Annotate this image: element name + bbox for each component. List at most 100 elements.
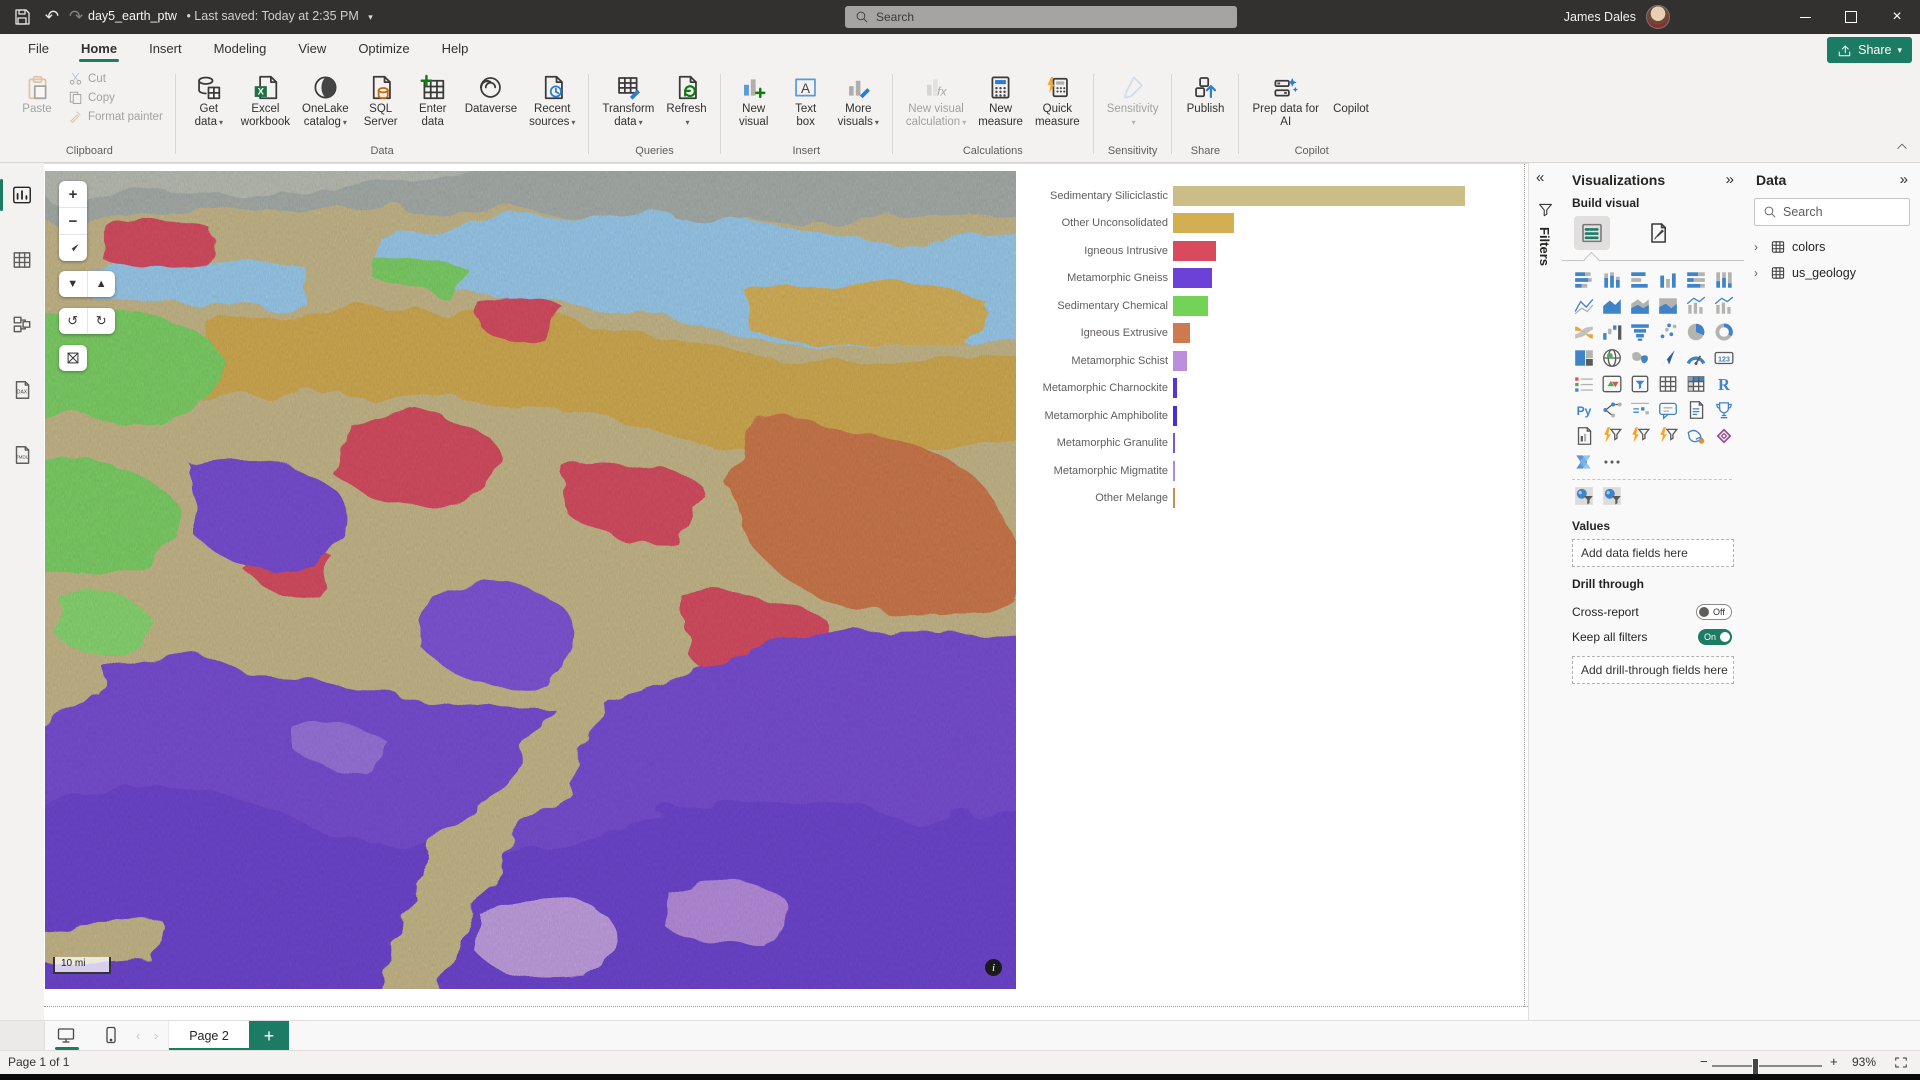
bar-row[interactable]: Metamorphic Schist — [1020, 347, 1520, 375]
bar[interactable] — [1173, 351, 1187, 371]
slicer-icon[interactable] — [1626, 371, 1654, 397]
bar[interactable] — [1173, 323, 1190, 343]
lightning-slicer-visual-2-icon[interactable] — [1626, 423, 1654, 449]
expand-chevron-icon[interactable]: › — [1754, 240, 1764, 254]
sql-server-button[interactable]: SQLServer — [356, 70, 406, 131]
filled-map-icon[interactable] — [1626, 345, 1654, 371]
minimize-button[interactable] — [1782, 0, 1828, 34]
recent-sources-button[interactable]: Recentsources▾ — [524, 70, 580, 131]
waterfall-chart-icon[interactable] — [1598, 319, 1626, 345]
data-search-input[interactable]: Search — [1754, 198, 1910, 226]
onelake-catalog-button[interactable]: OneLakecatalog▾ — [297, 70, 354, 131]
global-search-input[interactable]: Search — [845, 6, 1237, 28]
excel-workbook-button[interactable]: XExcelworkbook — [236, 70, 295, 131]
share-button[interactable]: Share ▾ — [1827, 37, 1912, 63]
matrix-icon[interactable] — [1682, 371, 1710, 397]
menu-tab-home[interactable]: Home — [79, 34, 119, 62]
reset-extent-button[interactable] — [59, 345, 87, 371]
copilot-button[interactable]: Copilot — [1326, 70, 1376, 118]
bar-row[interactable]: Other Unconsolidated — [1020, 210, 1520, 238]
paginated-report-icon[interactable] — [1682, 397, 1710, 423]
bar[interactable] — [1173, 461, 1175, 481]
bar-row[interactable]: Igneous Intrusive — [1020, 237, 1520, 265]
publish-button[interactable]: Publish — [1180, 70, 1230, 118]
clustered-column-chart-icon[interactable] — [1654, 267, 1682, 293]
zoom-slider[interactable] — [1712, 1065, 1822, 1067]
power-bi-report-icon[interactable] — [1570, 423, 1598, 449]
bar-row[interactable]: Metamorphic Granulite — [1020, 430, 1520, 458]
collapse-data-pane-icon[interactable]: » — [1900, 171, 1908, 188]
scatter-chart-icon[interactable] — [1654, 319, 1682, 345]
power-automate-icon[interactable] — [1570, 449, 1598, 475]
new-visual-calculation-button[interactable]: fxNew visualcalculation▾ — [901, 70, 971, 131]
copy-button[interactable]: Copy — [64, 89, 167, 106]
zoom-out-button[interactable]: − — [59, 207, 87, 234]
100-stacked-area-chart-icon[interactable] — [1654, 293, 1682, 319]
100-stacked-bar-chart-icon[interactable] — [1682, 267, 1710, 293]
zoom-slider-thumb[interactable] — [1752, 1058, 1759, 1075]
bar[interactable] — [1173, 186, 1465, 206]
document-title[interactable]: day5_earth_ptw • Last saved: Today at 2:… — [88, 9, 373, 23]
card-icon[interactable]: 123 — [1710, 345, 1738, 371]
compass-icon[interactable] — [59, 234, 87, 261]
python-visual-icon[interactable]: Py — [1570, 397, 1598, 423]
zoom-out-button[interactable]: − — [1700, 1054, 1708, 1069]
build-visual-mode-button[interactable] — [1574, 216, 1610, 250]
undo-icon[interactable]: ↶ — [42, 7, 62, 27]
data-table-us_geology[interactable]: ›us_geology — [1744, 260, 1920, 286]
collapse-visualizations-icon[interactable]: » — [1726, 171, 1734, 188]
data-table-colors[interactable]: ›colors — [1744, 234, 1920, 260]
bar[interactable] — [1173, 213, 1234, 233]
save-icon[interactable] — [12, 7, 32, 27]
info-button[interactable]: i — [985, 959, 1002, 976]
values-field-well[interactable]: Add data fields here — [1572, 539, 1734, 567]
page-tab[interactable]: Page 2 — [168, 1021, 250, 1051]
multi-row-card-icon[interactable] — [1570, 371, 1598, 397]
collapse-ribbon-icon[interactable] — [1894, 140, 1910, 154]
expand-filters-icon[interactable]: « — [1536, 169, 1544, 186]
transform-data-button[interactable]: Transformdata▾ — [597, 70, 659, 131]
smart-narrative-icon[interactable] — [1654, 397, 1682, 423]
report-canvas[interactable]: + − ▼ ▲ ↺ ↻ 10 mi i — [44, 163, 1528, 1021]
map-custom-visual-icon[interactable] — [1682, 423, 1710, 449]
treemap-icon[interactable] — [1570, 345, 1598, 371]
diamond-custom-visual-icon[interactable] — [1710, 423, 1738, 449]
bar-row[interactable]: Sedimentary Chemical — [1020, 292, 1520, 320]
bar[interactable] — [1173, 488, 1175, 508]
map-icon[interactable] — [1598, 345, 1626, 371]
previous-page-icon[interactable]: ‹ — [136, 1028, 140, 1043]
zoom-in-button[interactable]: + — [59, 181, 87, 207]
gauge-icon[interactable] — [1682, 345, 1710, 371]
bar-row[interactable]: Other Melange — [1020, 485, 1520, 513]
bar-row[interactable]: Metamorphic Gneiss — [1020, 265, 1520, 293]
bar[interactable] — [1173, 241, 1216, 261]
rock-type-bar-chart[interactable]: Sedimentary SiliciclasticOther Unconsoli… — [1020, 182, 1520, 527]
text-box-button[interactable]: ATextbox — [781, 70, 831, 131]
cut-button[interactable]: Cut — [64, 70, 167, 87]
desktop-layout-icon[interactable] — [55, 1025, 77, 1045]
kpi-icon[interactable] — [1598, 371, 1626, 397]
qa-visual-icon[interactable] — [1626, 397, 1654, 423]
bar-row[interactable]: Metamorphic Amphibolite — [1020, 402, 1520, 430]
funnel-chart-icon[interactable] — [1626, 319, 1654, 345]
menu-tab-view[interactable]: View — [296, 34, 328, 62]
menu-tab-file[interactable]: File — [26, 34, 51, 62]
fit-to-page-icon[interactable] — [1893, 1055, 1909, 1070]
quick-measure-button[interactable]: Quickmeasure — [1030, 70, 1085, 131]
prep-data-ai-button[interactable]: Prep data forAI — [1247, 70, 1323, 131]
format-painter-button[interactable]: Format painter — [64, 108, 167, 125]
zoom-in-button[interactable]: + — [1830, 1054, 1838, 1069]
mobile-layout-icon[interactable] — [100, 1025, 122, 1045]
bar-row[interactable]: Sedimentary Siliciclastic — [1020, 182, 1520, 210]
paste-button[interactable]: Paste — [12, 70, 62, 118]
refresh-button[interactable]: Refresh▾ — [661, 70, 711, 131]
bar[interactable] — [1173, 406, 1177, 426]
line-chart-icon[interactable] — [1570, 293, 1598, 319]
stacked-area-chart-icon[interactable] — [1626, 293, 1654, 319]
lightning-slicer-visual-1-icon[interactable] — [1598, 423, 1626, 449]
pie-chart-icon[interactable] — [1682, 319, 1710, 345]
custom-globe-visual-2-icon[interactable] — [1598, 483, 1626, 509]
ribbon-chart-icon[interactable] — [1570, 319, 1598, 345]
new-visual-button[interactable]: Newvisual — [729, 70, 779, 131]
cross-report-toggle[interactable]: Off — [1696, 604, 1732, 620]
